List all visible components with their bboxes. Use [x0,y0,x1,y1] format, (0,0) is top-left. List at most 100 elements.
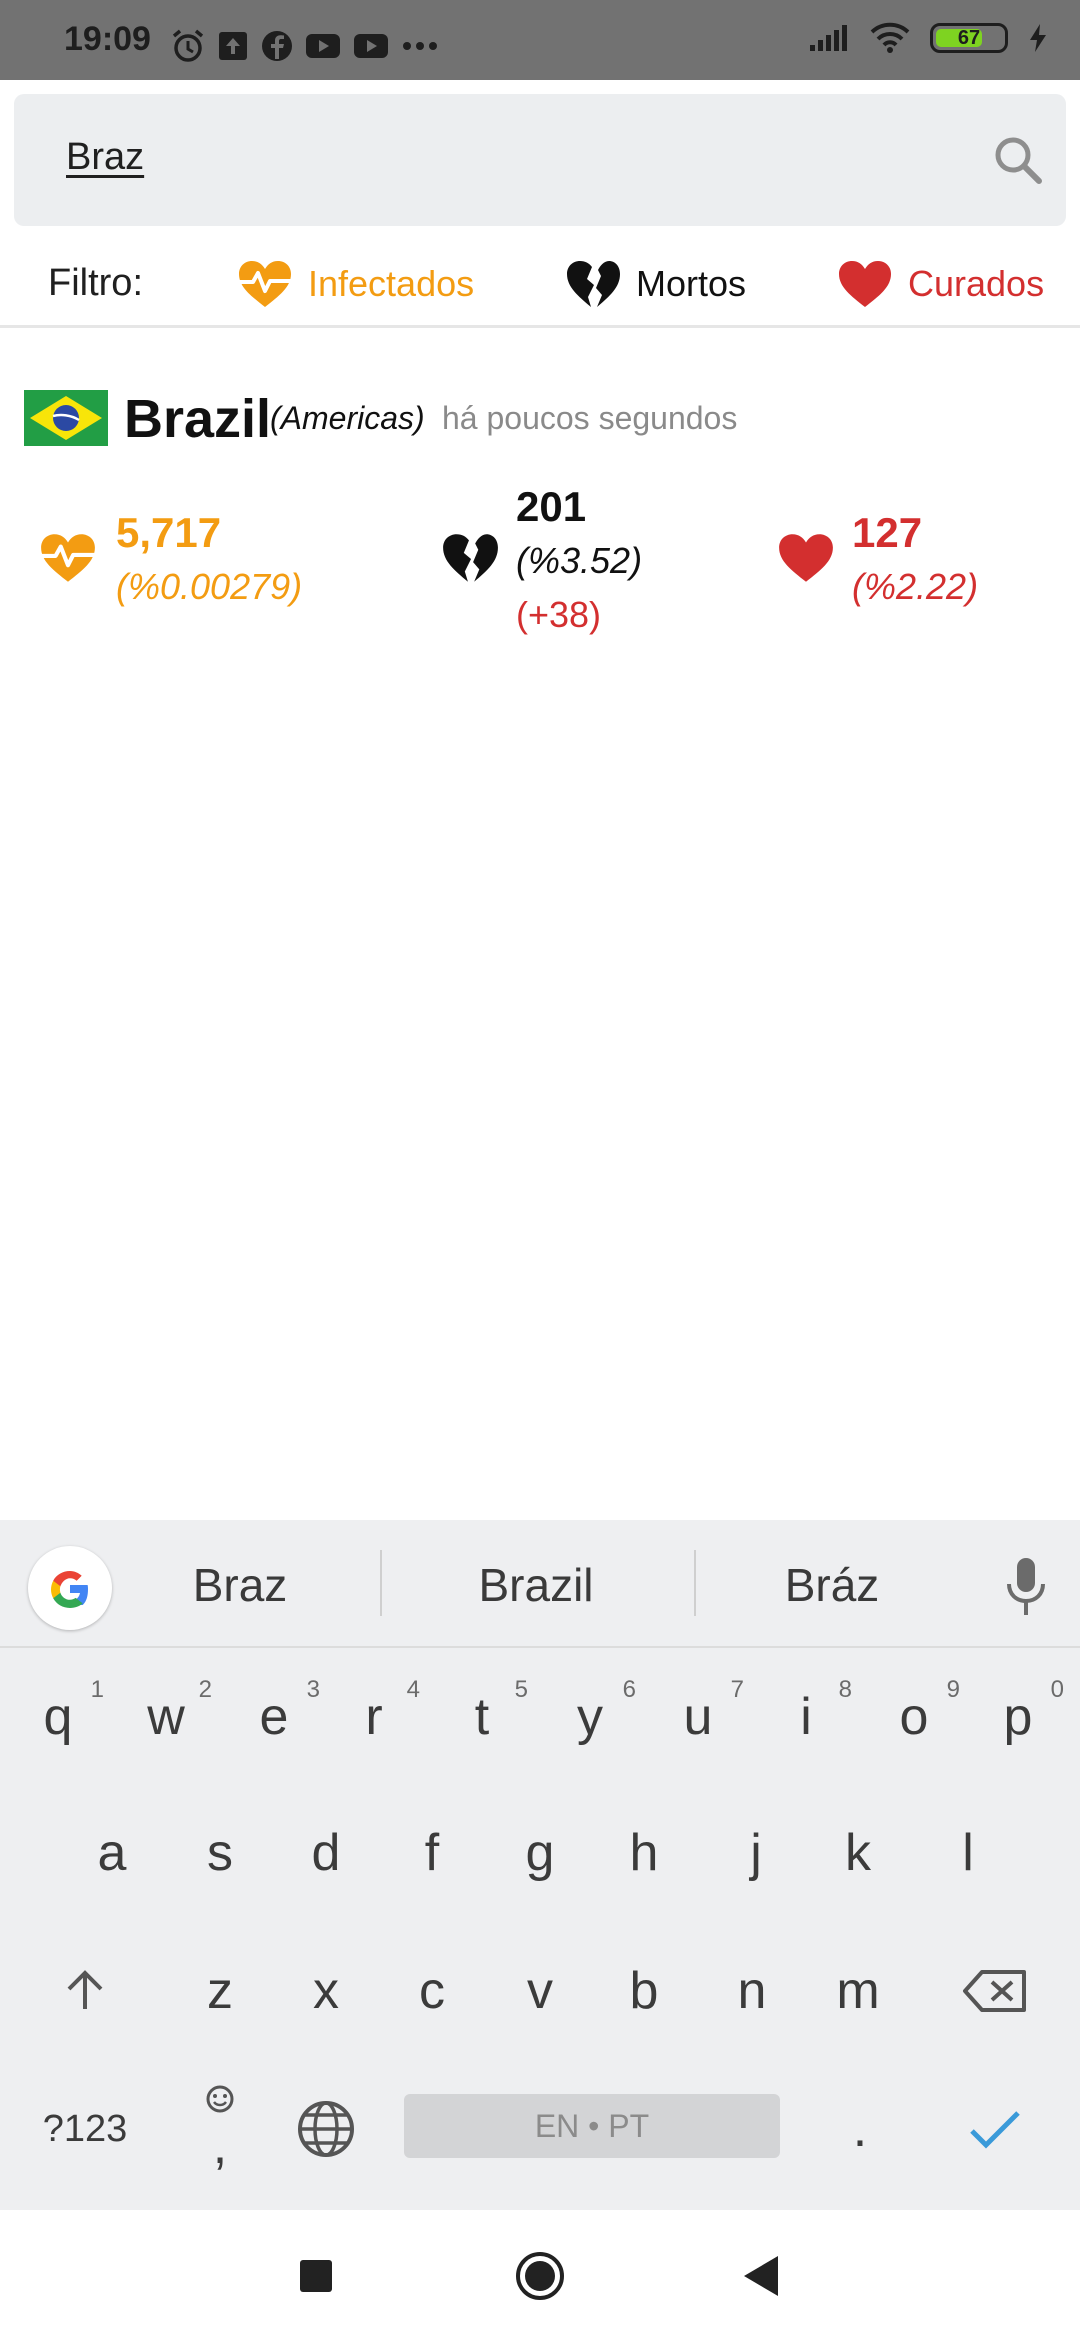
suggestion-1[interactable]: Braz [110,1558,370,1612]
language-key[interactable] [272,2062,380,2196]
suggestion-3[interactable]: Bráz [702,1558,962,1612]
key-w[interactable]: w2 [112,1650,220,1784]
suggestion-divider [380,1550,382,1616]
deaths-stats: 201 (%3.52) (+38) [516,480,642,642]
youtube-icon [306,34,340,58]
key-x[interactable]: x [272,1924,380,2058]
google-g-icon [51,1571,88,1608]
symbols-key[interactable]: ?123 [20,2062,150,2196]
deaths-count: 201 [516,483,587,530]
suggestion-divider [694,1550,696,1616]
shift-key[interactable] [30,1924,140,2058]
key-t[interactable]: t5 [428,1650,536,1784]
keyboard-row-1: q1 w2 e3 r4 t5 y6 u7 i8 o9 p0 [0,1650,1080,1784]
filter-mortos-label: Mortos [636,263,747,304]
shift-arrow-icon [67,1970,103,2009]
google-button[interactable] [28,1546,112,1630]
heart-icon [779,534,833,582]
key-a[interactable]: a [58,1786,166,1920]
key-p[interactable]: p0 [964,1650,1072,1784]
emoji-icon [206,2085,234,2113]
key-y[interactable]: y6 [536,1650,644,1784]
country-region: (Americas) [270,400,425,436]
key-q[interactable]: q1 [4,1650,112,1784]
key-e[interactable]: e3 [220,1650,328,1784]
search-bar[interactable]: Braz [14,94,1066,226]
key-c[interactable]: c [378,1924,486,2058]
key-m[interactable]: m [804,1924,912,2058]
infected-count: 5,717 [116,509,222,556]
filter-curados-label: Curados [908,263,1045,304]
key-k[interactable]: k [804,1786,912,1920]
alarm-icon [172,29,204,62]
battery-level: 67 [957,27,981,49]
key-b[interactable]: b [590,1924,698,2058]
home-icon[interactable] [514,2250,566,2302]
emoji-comma-key[interactable]: , [166,2062,274,2196]
filter-infectados[interactable]: Infectados [236,254,474,314]
facebook-icon [262,31,292,61]
wifi-icon [870,22,910,53]
key-s[interactable]: s [166,1786,274,1920]
key-i[interactable]: i8 [752,1650,860,1784]
checkmark-icon [970,2111,1020,2149]
navigation-bar [0,2210,1080,2340]
search-input[interactable]: Braz [66,136,144,179]
backspace-key[interactable] [940,1924,1050,2058]
key-r[interactable]: r4 [320,1650,428,1784]
heart-pulse-icon [239,261,291,307]
filter-curados[interactable]: Curados [836,254,1044,314]
broken-heart-icon [443,534,498,582]
youtube-icon [354,34,388,58]
keyboard-row-3: z x c v b n m [0,1924,1080,2058]
space-bar[interactable]: EN • PT [404,2094,780,2158]
status-bar: 19:09 67 [0,0,1080,80]
updated-time: há poucos segundos [442,400,738,436]
key-z[interactable]: z [166,1924,274,2058]
recovered-stats: 127 (%2.22) [852,506,978,614]
battery-indicator: 67 [930,23,1008,53]
filter-label: Filtro: [48,262,143,304]
suggestion-2[interactable]: Brazil [406,1558,666,1612]
back-icon[interactable] [742,2254,780,2298]
recovered-percent: (%2.22) [852,566,979,607]
key-u[interactable]: u7 [644,1650,752,1784]
infected-stats: 5,717 (%0.00279) [116,506,302,614]
country-name: Brazil [124,389,272,449]
key-d[interactable]: d [272,1786,380,1920]
key-v[interactable]: v [486,1924,594,2058]
deaths-delta: (+38) [516,594,602,635]
signal-icon [810,25,847,51]
keyboard-row-4: ?123 , EN • PT . [0,2062,1080,2196]
key-f[interactable]: f [378,1786,486,1920]
infected-percent: (%0.00279) [116,566,303,607]
key-j[interactable]: j [702,1786,810,1920]
key-o[interactable]: o9 [860,1650,968,1784]
key-n[interactable]: n [698,1924,806,2058]
keyboard-row-2: a s d f g h j k l [0,1786,1080,1920]
key-g[interactable]: g [486,1786,594,1920]
suggestion-strip: Braz Brazil Bráz [0,1520,1080,1648]
globe-icon [298,2101,354,2157]
more-notifications-icon [403,42,437,50]
charging-icon [1030,24,1046,52]
filter-mortos[interactable]: Mortos [564,254,746,314]
key-l[interactable]: l [914,1786,1022,1920]
period-key[interactable]: . [806,2062,914,2196]
keyboard: Braz Brazil Bráz q1 w2 e3 r4 t5 y6 u7 i8… [0,1520,1080,2210]
recovered-count: 127 [852,509,923,556]
broken-heart-icon [567,261,620,307]
brazil-flag-icon [24,390,108,446]
enter-key[interactable] [940,2062,1050,2196]
upload-icon [219,32,247,60]
search-icon[interactable] [992,134,1044,186]
filter-infectados-label: Infectados [308,263,475,304]
heart-pulse-icon [41,534,95,582]
status-time: 19:09 [64,20,151,58]
microphone-icon[interactable] [1004,1556,1048,1618]
heart-icon [839,261,891,307]
notification-icons [170,28,440,64]
recent-apps-icon[interactable] [298,2258,334,2294]
deaths-percent: (%3.52) [516,540,643,581]
key-h[interactable]: h [590,1786,698,1920]
